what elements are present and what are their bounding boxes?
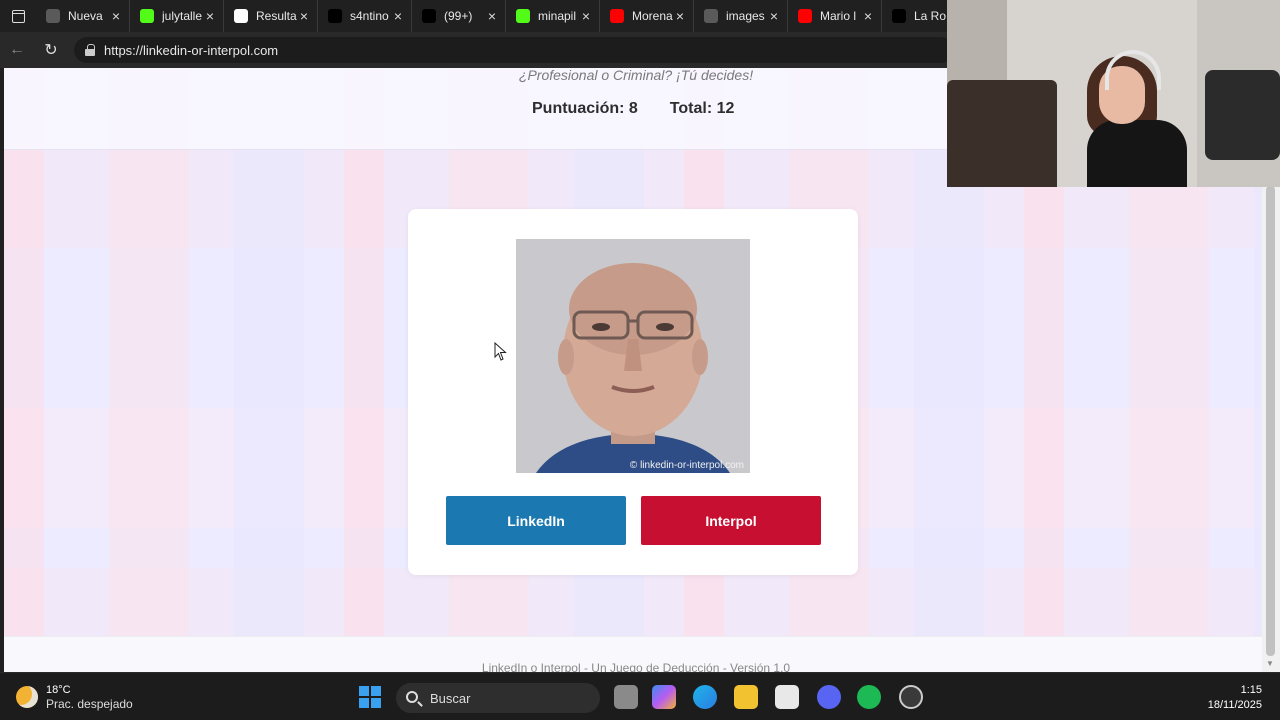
tiktok-icon	[422, 9, 436, 23]
webcam-overlay	[947, 0, 1280, 187]
close-tab-icon[interactable]: ×	[391, 8, 405, 24]
back-icon[interactable]: ←	[0, 32, 34, 68]
taskbar-search[interactable]: Buscar	[396, 683, 600, 713]
photo-watermark: © linkedin-or-interpol.com	[629, 460, 744, 471]
portrait-image	[516, 239, 750, 473]
obs-icon[interactable]	[899, 685, 923, 709]
temperature: 18°C	[46, 684, 71, 696]
tab-title: (99+)	[444, 9, 473, 23]
tiktok-icon	[892, 9, 906, 23]
tab-title: Morena	[632, 9, 673, 23]
close-tab-icon[interactable]: ×	[485, 8, 499, 24]
close-tab-icon[interactable]: ×	[109, 8, 123, 24]
taskbar: 18°C Prac. despejado Buscar 1:15 18/11/2…	[0, 672, 1280, 720]
footer-text: LinkedIn o Interpol - Un Juego de Deducc…	[481, 661, 791, 672]
x-icon	[328, 9, 342, 23]
tab-title: Mario l	[820, 9, 857, 23]
start-button-icon[interactable]	[359, 686, 381, 708]
scrollbar-thumb[interactable]	[1266, 186, 1275, 656]
close-tab-icon[interactable]: ×	[673, 8, 687, 24]
address-bar[interactable]: https://linkedin-or-interpol.com	[74, 37, 954, 63]
youtube-icon	[610, 9, 624, 23]
edge-icon[interactable]	[693, 685, 717, 709]
file-explorer-icon[interactable]	[734, 685, 758, 709]
browser-tab[interactable]: (99+) ×	[412, 0, 506, 32]
system-clock[interactable]: 1:15 18/11/2025	[1208, 683, 1262, 713]
tab-title: julytalle	[162, 9, 203, 23]
total-label: Total: 12	[669, 100, 735, 117]
score-label: Puntuación: 8	[532, 100, 638, 117]
webcam-chair	[947, 80, 1057, 187]
copilot-icon[interactable]	[652, 685, 676, 709]
mouse-cursor-icon	[494, 342, 507, 361]
search-icon	[406, 691, 418, 703]
url-text: https://linkedin-or-interpol.com	[104, 42, 279, 58]
tab-actions-icon[interactable]	[0, 0, 36, 32]
browser-tab[interactable]: Resulta ×	[224, 0, 318, 32]
weather-icon	[16, 686, 38, 708]
suspect-photo: © linkedin-or-interpol.com	[516, 239, 750, 473]
lock-icon	[84, 44, 96, 56]
game-card: © linkedin-or-interpol.com LinkedIn Inte…	[408, 209, 858, 575]
tab-title: minapil	[538, 9, 577, 23]
store-icon[interactable]	[775, 685, 799, 709]
tab-title: Nueva	[68, 9, 103, 23]
discord-icon[interactable]	[817, 685, 841, 709]
browser-tab[interactable]: julytalle ×	[130, 0, 224, 32]
google-icon	[234, 9, 248, 23]
close-tab-icon[interactable]: ×	[297, 8, 311, 24]
search-placeholder: Buscar	[430, 690, 471, 706]
clock-date: 18/11/2025	[1207, 699, 1262, 711]
task-view-icon[interactable]	[614, 685, 638, 709]
close-tab-icon[interactable]: ×	[579, 8, 593, 24]
page-footer: LinkedIn o Interpol - Un Juego de Deducc…	[4, 636, 1262, 672]
clock-time: 1:15	[1240, 684, 1262, 696]
close-tab-icon[interactable]: ×	[861, 8, 875, 24]
globe-icon	[704, 9, 718, 23]
tab-title: s4ntino	[350, 9, 389, 23]
browser-tab[interactable]: images ×	[694, 0, 788, 32]
close-tab-icon[interactable]: ×	[767, 8, 781, 24]
browser-tab[interactable]: Morena ×	[600, 0, 694, 32]
tab-title: Resulta	[256, 9, 297, 23]
score-panel: Puntuación: 8 Total: 12	[532, 100, 734, 118]
browser-tab[interactable]: minapil ×	[506, 0, 600, 32]
spotify-icon[interactable]	[857, 685, 881, 709]
browser-tab[interactable]: s4ntino ×	[318, 0, 412, 32]
close-tab-icon[interactable]: ×	[203, 8, 217, 24]
browser-tab[interactable]: Nueva ×	[36, 0, 130, 32]
youtube-icon	[798, 9, 812, 23]
reload-icon[interactable]: ↻	[34, 32, 68, 68]
scroll-down-icon[interactable]: ▼	[1266, 659, 1274, 668]
interpol-button[interactable]: Interpol	[641, 496, 821, 545]
weather-widget[interactable]: 18°C Prac. despejado	[16, 683, 133, 711]
weather-condition: Prac. despejado	[46, 697, 133, 711]
kick-icon	[516, 9, 530, 23]
new-tab-icon	[46, 9, 60, 23]
tab-title: images	[726, 9, 765, 23]
webcam-sofa	[1205, 70, 1280, 160]
kick-icon	[140, 9, 154, 23]
streamer-body	[1087, 120, 1187, 187]
linkedin-button[interactable]: LinkedIn	[446, 496, 626, 545]
browser-tab[interactable]: Mario l ×	[788, 0, 882, 32]
